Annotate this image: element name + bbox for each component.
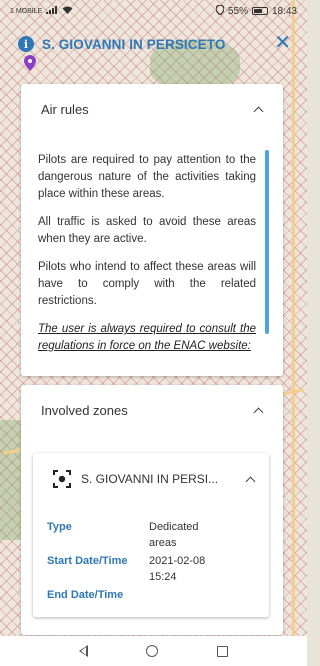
clock: 18:43 [271, 5, 297, 17]
enac-regulations-link[interactable]: The user is always required to consult t… [38, 321, 256, 355]
home-icon[interactable] [146, 645, 159, 657]
involved-zones-panel: Involved zones S. GIOVANNI IN PERSI... T… [21, 385, 283, 635]
rules-paragraph: All traffic is asked to avoid these area… [38, 216, 256, 245]
end-datetime-label: End Date/Time [47, 589, 124, 601]
battery-percent: 55% [227, 5, 248, 17]
zone-detail-row: Type Dedicated areas [47, 519, 257, 551]
air-rules-panel: Air rules Pilots are required to pay att… [21, 84, 283, 376]
rules-paragraph: Pilots who intend to affect these areas … [38, 261, 256, 307]
page-title: S. GIOVANNI IN PERSICETO [42, 36, 226, 52]
air-rules-header[interactable]: Air rules [21, 84, 283, 134]
involved-zones-title: Involved zones [41, 402, 128, 418]
zone-item: S. GIOVANNI IN PERSI... Type Dedicated a… [33, 453, 269, 617]
zone-detail-row: Start Date/Time 2021-02-08 15:24 [47, 553, 257, 585]
end-datetime-value [149, 587, 219, 603]
location-icon [215, 3, 225, 18]
zone-type-value: Dedicated areas [149, 521, 199, 549]
involved-zones-header[interactable]: Involved zones [21, 385, 283, 435]
chevron-up-icon[interactable] [253, 405, 263, 415]
map-pin-icon [24, 55, 36, 71]
zone-name: S. GIOVANNI IN PERSI... [81, 472, 219, 486]
battery-icon [251, 7, 268, 15]
zone-item-header[interactable]: S. GIOVANNI IN PERSI... [33, 453, 269, 505]
start-datetime-label: Start Date/Time [47, 555, 128, 567]
status-bar: 1 MOBILE 55% 18:43 [0, 0, 307, 22]
start-datetime-value: 2021-02-08 15:24 [149, 555, 206, 583]
scrollbar[interactable] [265, 150, 269, 334]
signal-icon [46, 6, 58, 16]
air-rules-title: Air rules [41, 101, 89, 117]
zone-details: Type Dedicated areas Start Date/Time 202… [47, 519, 257, 605]
system-nav-bar [0, 636, 307, 666]
back-icon[interactable] [79, 645, 89, 657]
recent-apps-icon[interactable] [216, 645, 228, 657]
carrier-label: 1 MOBILE [10, 7, 43, 15]
close-icon[interactable]: ✕ [274, 30, 291, 56]
zone-header: i S. GIOVANNI IN PERSICETO ✕ [18, 28, 291, 60]
zone-detail-row: End Date/Time [47, 587, 257, 603]
wifi-icon [62, 6, 73, 16]
target-icon [53, 470, 71, 488]
chevron-up-icon[interactable] [245, 474, 255, 484]
map-road [292, 0, 295, 666]
chevron-up-icon[interactable] [253, 104, 263, 114]
rules-paragraph: Pilots are required to pay attention to … [38, 154, 256, 200]
air-rules-content[interactable]: Pilots are required to pay attention to … [38, 152, 256, 362]
info-icon[interactable]: i [18, 36, 34, 52]
zone-type-label: Type [47, 521, 72, 533]
